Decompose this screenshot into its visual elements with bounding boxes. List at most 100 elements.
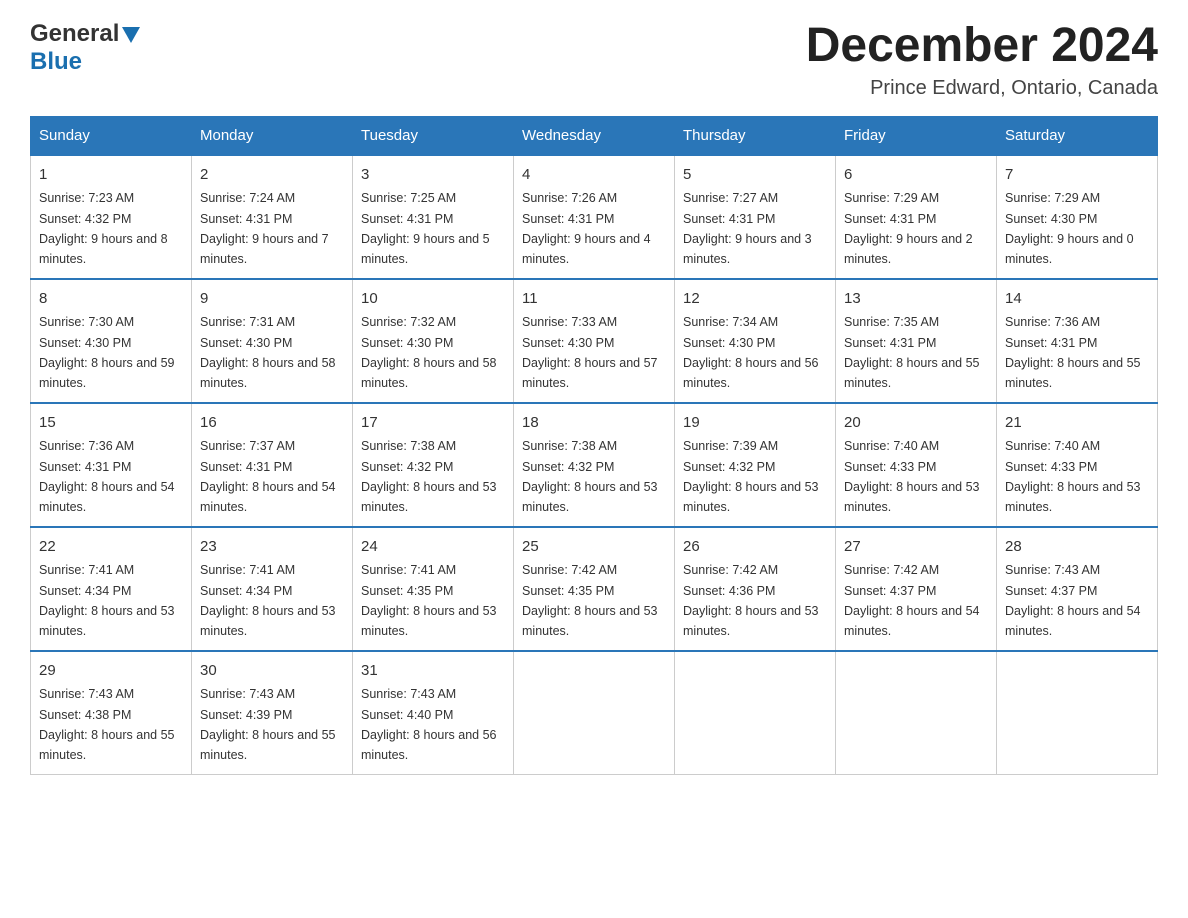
day-info: Sunrise: 7:34 AMSunset: 4:30 PMDaylight:…	[683, 315, 819, 390]
day-number: 31	[361, 660, 505, 683]
day-info: Sunrise: 7:32 AMSunset: 4:30 PMDaylight:…	[361, 315, 497, 390]
table-row: 31 Sunrise: 7:43 AMSunset: 4:40 PMDayligh…	[353, 651, 514, 775]
day-info: Sunrise: 7:42 AMSunset: 4:37 PMDaylight:…	[844, 563, 980, 638]
day-number: 2	[200, 164, 344, 187]
table-row: 24Sunrise: 7:41 AMSunset: 4:35 PMDayligh…	[353, 527, 514, 651]
table-row: 6 Sunrise: 7:29 AMSunset: 4:31 PMDaylight…	[836, 155, 997, 279]
day-number: 5	[683, 164, 827, 187]
day-number: 10	[361, 288, 505, 311]
table-row: 28 Sunrise: 7:43 AMSunset: 4:37 PMDayligh…	[997, 527, 1158, 651]
day-number: 18	[522, 412, 666, 435]
calendar-week-row: 15 Sunrise: 7:36 AMSunset: 4:31 PMDayligh…	[31, 403, 1158, 527]
logo: General Blue	[30, 20, 140, 76]
day-info: Sunrise: 7:43 AMSunset: 4:38 PMDaylight:…	[39, 687, 175, 762]
table-row: 2 Sunrise: 7:24 AMSunset: 4:31 PMDaylight…	[192, 155, 353, 279]
day-number: 27	[844, 536, 988, 559]
table-row: 5 Sunrise: 7:27 AMSunset: 4:31 PMDaylight…	[675, 155, 836, 279]
day-info: Sunrise: 7:36 AMSunset: 4:31 PMDaylight:…	[1005, 315, 1141, 390]
day-number: 29	[39, 660, 183, 683]
day-info: Sunrise: 7:36 AMSunset: 4:31 PMDaylight:…	[39, 439, 175, 514]
day-number: 28	[1005, 536, 1149, 559]
calendar-week-row: 8 Sunrise: 7:30 AMSunset: 4:30 PMDaylight…	[31, 279, 1158, 403]
table-row: 19 Sunrise: 7:39 AMSunset: 4:32 PMDayligh…	[675, 403, 836, 527]
day-info: Sunrise: 7:41 AMSunset: 4:35 PMDaylight:…	[361, 563, 497, 638]
table-row: 3 Sunrise: 7:25 AMSunset: 4:31 PMDaylight…	[353, 155, 514, 279]
table-row: 4Sunrise: 7:26 AMSunset: 4:31 PMDaylight…	[514, 155, 675, 279]
day-info: Sunrise: 7:27 AMSunset: 4:31 PMDaylight:…	[683, 191, 812, 266]
day-info: Sunrise: 7:43 AMSunset: 4:39 PMDaylight:…	[200, 687, 336, 762]
day-number: 21	[1005, 412, 1149, 435]
day-info: Sunrise: 7:35 AMSunset: 4:31 PMDaylight:…	[844, 315, 980, 390]
table-row: 22 Sunrise: 7:41 AMSunset: 4:34 PMDayligh…	[31, 527, 192, 651]
day-info: Sunrise: 7:43 AMSunset: 4:40 PMDaylight:…	[361, 687, 497, 762]
calendar-title: December 2024	[806, 20, 1158, 73]
day-info: Sunrise: 7:41 AMSunset: 4:34 PMDaylight:…	[200, 563, 336, 638]
day-number: 1	[39, 164, 183, 187]
day-number: 22	[39, 536, 183, 559]
table-row: 30Sunrise: 7:43 AMSunset: 4:39 PMDayligh…	[192, 651, 353, 775]
day-info: Sunrise: 7:25 AMSunset: 4:31 PMDaylight:…	[361, 191, 490, 266]
day-info: Sunrise: 7:40 AMSunset: 4:33 PMDaylight:…	[1005, 439, 1141, 514]
calendar-table: Sunday Monday Tuesday Wednesday Thursday…	[30, 116, 1158, 775]
col-tuesday: Tuesday	[353, 116, 514, 155]
day-info: Sunrise: 7:41 AMSunset: 4:34 PMDaylight:…	[39, 563, 175, 638]
day-info: Sunrise: 7:42 AMSunset: 4:35 PMDaylight:…	[522, 563, 658, 638]
table-row: 26 Sunrise: 7:42 AMSunset: 4:36 PMDayligh…	[675, 527, 836, 651]
page-header: General Blue December 2024 Prince Edward…	[30, 20, 1158, 100]
calendar-week-row: 22 Sunrise: 7:41 AMSunset: 4:34 PMDayligh…	[31, 527, 1158, 651]
table-row: 23 Sunrise: 7:41 AMSunset: 4:34 PMDayligh…	[192, 527, 353, 651]
day-number: 26	[683, 536, 827, 559]
calendar-week-row: 1Sunrise: 7:23 AMSunset: 4:32 PMDaylight…	[31, 155, 1158, 279]
table-row: 27 Sunrise: 7:42 AMSunset: 4:37 PMDayligh…	[836, 527, 997, 651]
day-number: 8	[39, 288, 183, 311]
calendar-subtitle: Prince Edward, Ontario, Canada	[806, 77, 1158, 100]
day-info: Sunrise: 7:31 AMSunset: 4:30 PMDaylight:…	[200, 315, 336, 390]
day-number: 16	[200, 412, 344, 435]
day-number: 4	[522, 164, 666, 187]
day-number: 11	[522, 288, 666, 311]
day-number: 14	[1005, 288, 1149, 311]
table-row: 10 Sunrise: 7:32 AMSunset: 4:30 PMDayligh…	[353, 279, 514, 403]
day-number: 25	[522, 536, 666, 559]
col-saturday: Saturday	[997, 116, 1158, 155]
day-number: 17	[361, 412, 505, 435]
day-number: 23	[200, 536, 344, 559]
table-row: 18 Sunrise: 7:38 AMSunset: 4:32 PMDayligh…	[514, 403, 675, 527]
day-info: Sunrise: 7:29 AMSunset: 4:31 PMDaylight:…	[844, 191, 973, 266]
day-info: Sunrise: 7:43 AMSunset: 4:37 PMDaylight:…	[1005, 563, 1141, 638]
table-row	[836, 651, 997, 775]
title-area: December 2024 Prince Edward, Ontario, Ca…	[806, 20, 1158, 100]
table-row: 21 Sunrise: 7:40 AMSunset: 4:33 PMDayligh…	[997, 403, 1158, 527]
col-wednesday: Wednesday	[514, 116, 675, 155]
table-row: 16 Sunrise: 7:37 AMSunset: 4:31 PMDayligh…	[192, 403, 353, 527]
table-row: 9 Sunrise: 7:31 AMSunset: 4:30 PMDaylight…	[192, 279, 353, 403]
col-thursday: Thursday	[675, 116, 836, 155]
day-number: 13	[844, 288, 988, 311]
table-row: 11 Sunrise: 7:33 AMSunset: 4:30 PMDayligh…	[514, 279, 675, 403]
logo-triangle-icon	[122, 27, 140, 43]
table-row: 7Sunrise: 7:29 AMSunset: 4:30 PMDaylight…	[997, 155, 1158, 279]
col-monday: Monday	[192, 116, 353, 155]
day-number: 20	[844, 412, 988, 435]
day-info: Sunrise: 7:30 AMSunset: 4:30 PMDaylight:…	[39, 315, 175, 390]
table-row: 20 Sunrise: 7:40 AMSunset: 4:33 PMDayligh…	[836, 403, 997, 527]
col-friday: Friday	[836, 116, 997, 155]
day-number: 3	[361, 164, 505, 187]
day-number: 19	[683, 412, 827, 435]
table-row: 1Sunrise: 7:23 AMSunset: 4:32 PMDaylight…	[31, 155, 192, 279]
day-info: Sunrise: 7:42 AMSunset: 4:36 PMDaylight:…	[683, 563, 819, 638]
day-info: Sunrise: 7:24 AMSunset: 4:31 PMDaylight:…	[200, 191, 329, 266]
day-number: 9	[200, 288, 344, 311]
day-number: 15	[39, 412, 183, 435]
day-info: Sunrise: 7:38 AMSunset: 4:32 PMDaylight:…	[522, 439, 658, 514]
day-info: Sunrise: 7:40 AMSunset: 4:33 PMDaylight:…	[844, 439, 980, 514]
day-info: Sunrise: 7:37 AMSunset: 4:31 PMDaylight:…	[200, 439, 336, 514]
day-number: 6	[844, 164, 988, 187]
day-info: Sunrise: 7:39 AMSunset: 4:32 PMDaylight:…	[683, 439, 819, 514]
logo-general-text: General	[30, 20, 119, 48]
calendar-week-row: 29 Sunrise: 7:43 AMSunset: 4:38 PMDayligh…	[31, 651, 1158, 775]
table-row	[675, 651, 836, 775]
day-info: Sunrise: 7:33 AMSunset: 4:30 PMDaylight:…	[522, 315, 658, 390]
table-row: 29 Sunrise: 7:43 AMSunset: 4:38 PMDayligh…	[31, 651, 192, 775]
table-row: 13 Sunrise: 7:35 AMSunset: 4:31 PMDayligh…	[836, 279, 997, 403]
